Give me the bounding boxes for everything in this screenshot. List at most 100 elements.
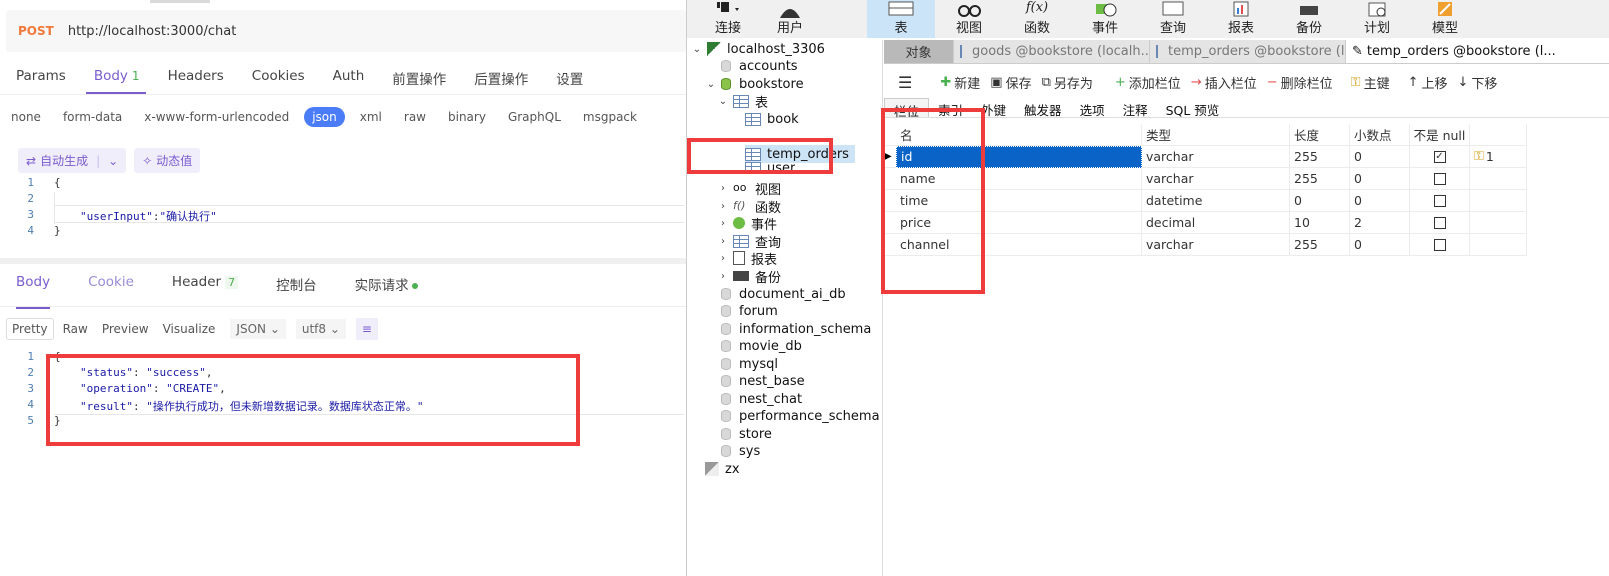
field-length-cell[interactable]: 10 [1290, 211, 1350, 234]
tree-db-sys[interactable]: sys [721, 442, 760, 460]
subtab-triggers[interactable]: 触发器 [1015, 98, 1071, 118]
toolbar-table[interactable]: 表 [867, 0, 935, 38]
subtab-sql-preview[interactable]: SQL 预览 [1157, 98, 1229, 118]
toolbar-report[interactable]: 报表 [1207, 0, 1275, 38]
body-type-graphql[interactable]: GraphQL [508, 108, 561, 126]
dynamic-value-button[interactable]: ✧ 动态值 [134, 148, 201, 173]
field-decimal-cell[interactable]: 0 [1350, 145, 1410, 168]
subtab-options[interactable]: 选项 [1071, 98, 1114, 118]
primary-key-button[interactable]: ⚿ 主键 [1351, 73, 1390, 92]
tree-db-bookstore[interactable]: ⌄ bookstore [705, 75, 804, 93]
field-type-cell[interactable]: varchar [1142, 145, 1290, 168]
tree-group-tables[interactable]: ⌄ 表 [717, 92, 768, 111]
panel-separator[interactable] [0, 258, 686, 264]
move-down-button[interactable]: ↓ 下移 [1458, 73, 1498, 92]
toolbar-view[interactable]: 视图 [935, 0, 1003, 38]
tab-goods[interactable]: goods @bookstore (localh... [954, 40, 1150, 63]
tab-pre-ops[interactable]: 前置操作 [392, 64, 446, 90]
tree-group-events[interactable]: › 事件 [717, 214, 777, 233]
field-type-cell[interactable]: varchar [1142, 233, 1290, 256]
toolbar-function[interactable]: f(x) 函数 [1003, 0, 1071, 38]
tree-db-nest-base[interactable]: nest_base [721, 372, 805, 390]
tree-group-views[interactable]: › oo 视图 [717, 179, 781, 198]
field-length-cell[interactable]: 255 [1290, 233, 1350, 256]
col-header-not-null[interactable]: 不是 null [1410, 123, 1470, 146]
delete-field-button[interactable]: − 删除栏位 [1267, 73, 1333, 92]
chevron-right-icon[interactable]: › [717, 271, 729, 282]
body-type-urlencoded[interactable]: x-www-form-urlencoded [144, 108, 289, 126]
tree-table-book[interactable]: book [745, 110, 799, 128]
chevron-down-icon[interactable]: ⌄ [705, 79, 717, 90]
not-null-cell[interactable] [1410, 211, 1470, 234]
tree-group-backups[interactable]: › 备份 [717, 267, 781, 286]
tab-cookies[interactable]: Cookies [252, 64, 305, 90]
tree-db-information-schema[interactable]: information_schema [721, 320, 871, 338]
auto-generate-button[interactable]: ⇄ 自动生成 | ⌄ [18, 148, 127, 173]
chevron-down-icon[interactable]: ⌄ [717, 96, 729, 107]
move-up-button[interactable]: ↑ 上移 [1408, 73, 1448, 92]
field-length-cell[interactable]: 0 [1290, 189, 1350, 212]
field-decimal-cell[interactable]: 2 [1350, 211, 1410, 234]
tree-connection-zx[interactable]: zx [705, 460, 740, 478]
resp-tab-console[interactable]: 控制台 [276, 274, 317, 302]
toolbar-event[interactable]: 事件 [1071, 0, 1139, 38]
chevron-down-icon[interactable]: ⌄ [691, 44, 703, 55]
not-null-cell[interactable] [1410, 189, 1470, 212]
format-raw[interactable]: Raw [58, 319, 93, 339]
insert-field-button[interactable]: → 插入栏位 [1191, 73, 1257, 92]
col-header-length[interactable]: 长度 [1290, 123, 1350, 146]
field-decimal-cell[interactable]: 0 [1350, 189, 1410, 212]
format-visualize[interactable]: Visualize [158, 319, 221, 339]
chevron-down-icon[interactable]: ⌄ [108, 154, 118, 168]
toolbar-schedule[interactable]: 计划 [1343, 0, 1411, 38]
tree-db-document-ai-db[interactable]: document_ai_db [721, 285, 846, 303]
new-button[interactable]: ✚ 新建 [940, 73, 980, 92]
tree-db-accounts[interactable]: accounts [721, 57, 798, 75]
tree-db-performance-schema[interactable]: performance_schema [721, 407, 880, 425]
not-null-cell[interactable] [1410, 233, 1470, 256]
toolbar-model[interactable]: 模型 [1411, 0, 1479, 38]
tab-body[interactable]: Body 1 [94, 64, 140, 90]
save-as-button[interactable]: ⧉ 另存为 [1042, 73, 1093, 92]
tab-headers[interactable]: Headers [168, 64, 224, 90]
not-null-checkbox[interactable] [1433, 194, 1446, 207]
field-decimal-cell[interactable]: 0 [1350, 167, 1410, 190]
body-type-binary[interactable]: binary [448, 108, 486, 126]
toolbar-user[interactable]: 用户 [765, 0, 815, 38]
menu-icon[interactable]: ☰ [898, 73, 912, 92]
field-type-cell[interactable]: varchar [1142, 167, 1290, 190]
field-type-cell[interactable]: datetime [1142, 189, 1290, 212]
url-bar[interactable]: POST http://localhost:3000/chat [6, 10, 686, 52]
tree-connection-localhost[interactable]: ⌄ localhost_3306 [691, 40, 825, 58]
resp-tab-actual-request[interactable]: 实际请求 [355, 274, 418, 302]
toolbar-connect[interactable]: 连接 [705, 0, 751, 38]
tab-settings[interactable]: 设置 [556, 64, 583, 90]
add-field-button[interactable]: + 添加栏位 [1115, 73, 1181, 92]
encoding-select[interactable]: utf8 ⌄ [295, 319, 346, 339]
not-null-checkbox[interactable] [1433, 216, 1446, 229]
not-null-checkbox[interactable] [1433, 172, 1446, 185]
subtab-comments[interactable]: 注释 [1114, 98, 1157, 118]
not-null-cell[interactable] [1410, 167, 1470, 190]
tree-group-reports[interactable]: › 报表 [717, 249, 777, 268]
request-body-editor[interactable]: 1 2 3 4 { "userInput":"确认执行" } [0, 176, 686, 246]
field-length-cell[interactable]: 255 [1290, 167, 1350, 190]
col-header-decimal[interactable]: 小数点 [1350, 123, 1410, 146]
chevron-right-icon[interactable]: › [717, 201, 729, 212]
tree-group-functions[interactable]: › f() 函数 [717, 197, 781, 216]
tab-temp-orders-2[interactable]: ✎ temp_orders @bookstore (l... [1346, 40, 1609, 63]
resp-tab-header[interactable]: Header 7 [172, 274, 239, 302]
not-null-checkbox-checked[interactable]: ✓ [1433, 150, 1446, 163]
field-length-cell[interactable]: 255 [1290, 145, 1350, 168]
toolbar-backup[interactable]: 备份 [1275, 0, 1343, 38]
chevron-right-icon[interactable]: › [717, 183, 729, 194]
field-type-cell[interactable]: decimal [1142, 211, 1290, 234]
wrap-lines-icon[interactable]: ≡ [355, 318, 378, 340]
body-type-none[interactable]: none [11, 108, 41, 126]
chevron-right-icon[interactable]: › [717, 218, 729, 229]
toolbar-query[interactable]: 查询 [1139, 0, 1207, 38]
tab-objects[interactable]: 对象 [884, 40, 954, 63]
chevron-right-icon[interactable]: › [717, 236, 729, 247]
body-type-msgpack[interactable]: msgpack [583, 108, 637, 126]
tab-auth[interactable]: Auth [333, 64, 365, 90]
